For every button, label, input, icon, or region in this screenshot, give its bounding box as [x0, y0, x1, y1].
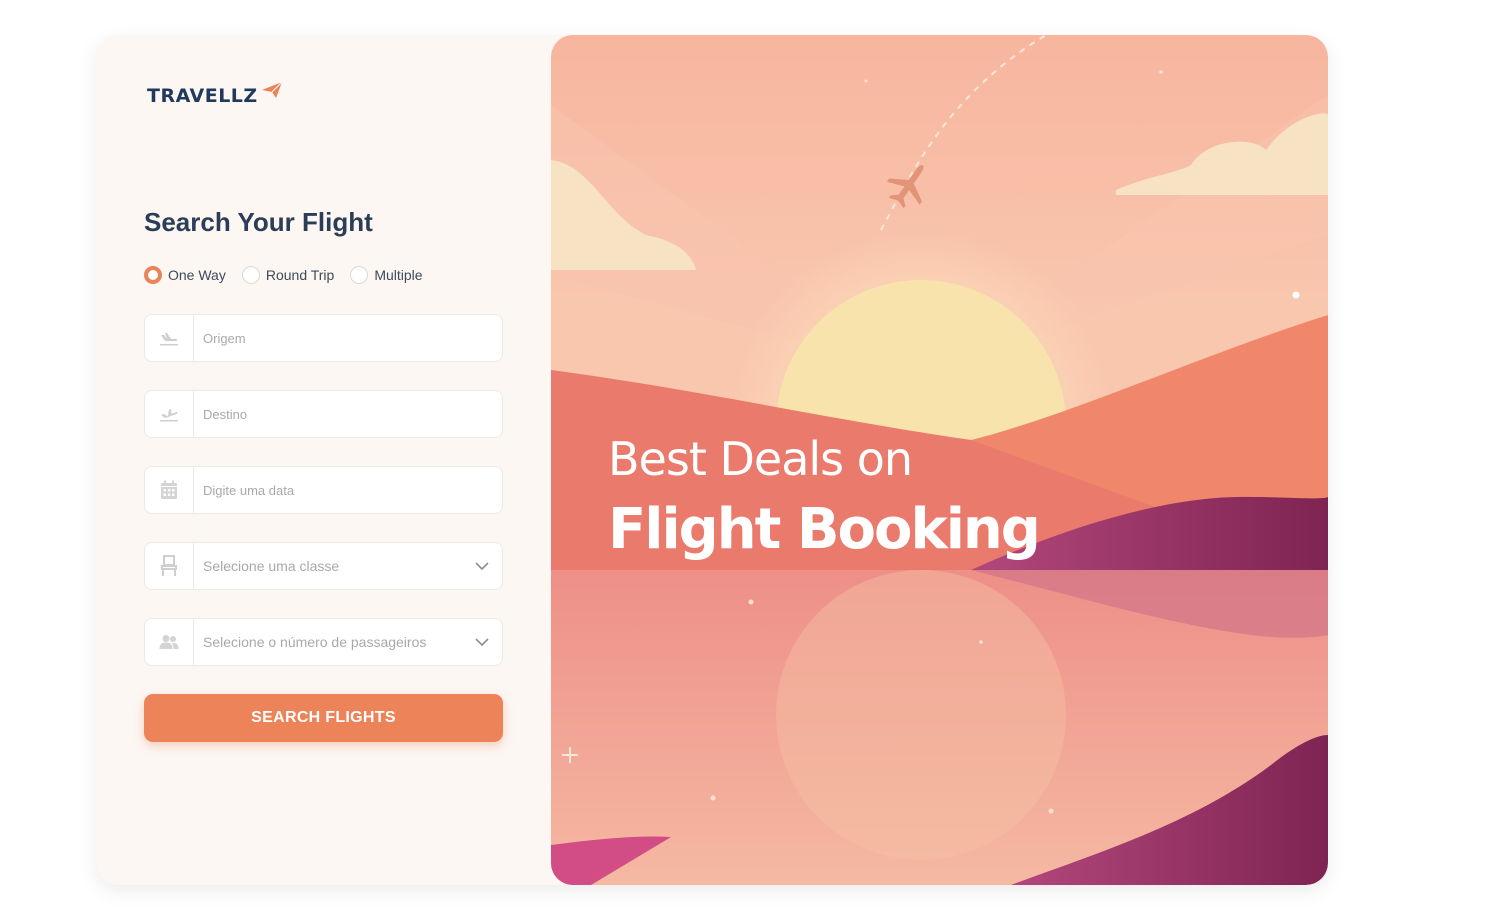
passengers-select-value: Selecione o número de passageiros: [203, 634, 427, 650]
destination-input[interactable]: [194, 391, 502, 437]
trip-type-round-trip[interactable]: Round Trip: [241, 266, 335, 284]
hero-headline-line1: Best Deals on: [608, 432, 913, 486]
users-icon: [145, 619, 194, 665]
calendar-icon: [145, 467, 194, 513]
class-select[interactable]: Selecione uma classe: [144, 542, 503, 590]
trip-type-group: One Way Round Trip Multiple: [144, 266, 439, 284]
page-title: Search Your Flight: [144, 207, 373, 237]
paper-plane-icon: [261, 81, 283, 98]
search-flights-button[interactable]: SEARCH FLIGHTS: [144, 694, 503, 742]
origin-input[interactable]: [194, 315, 502, 361]
hero-headline-line2: Flight Booking: [608, 497, 1041, 562]
departure-icon: [145, 315, 194, 361]
date-field[interactable]: [144, 466, 503, 514]
destination-field[interactable]: [144, 390, 503, 438]
trip-type-one-way[interactable]: One Way: [144, 266, 226, 284]
radio-multiple[interactable]: [350, 266, 369, 284]
trip-type-label: Multiple: [374, 267, 423, 283]
chevron-down-icon[interactable]: [462, 562, 502, 570]
search-panel: TRAVELLZ Search Your Flight One Way Roun…: [96, 35, 551, 885]
seat-icon: [145, 543, 194, 589]
brand-logo[interactable]: TRAVELLZ: [147, 81, 283, 107]
radio-one-way[interactable]: [144, 266, 162, 284]
hero-illustration: Best Deals on Flight Booking: [551, 35, 1328, 885]
class-select-value: Selecione uma classe: [203, 558, 340, 574]
trip-type-label: Round Trip: [265, 267, 335, 283]
date-input[interactable]: [194, 467, 502, 513]
radio-round-trip[interactable]: [241, 266, 260, 284]
chevron-down-icon[interactable]: [462, 638, 502, 646]
trip-type-label: One Way: [168, 267, 226, 283]
booking-card: TRAVELLZ Search Your Flight One Way Roun…: [96, 35, 1328, 885]
brand-name: TRAVELLZ: [147, 85, 258, 107]
origin-field[interactable]: [144, 314, 503, 362]
trip-type-multiple[interactable]: Multiple: [350, 266, 423, 284]
passengers-select[interactable]: Selecione o número de passageiros: [144, 618, 503, 666]
arrival-icon: [145, 391, 194, 437]
